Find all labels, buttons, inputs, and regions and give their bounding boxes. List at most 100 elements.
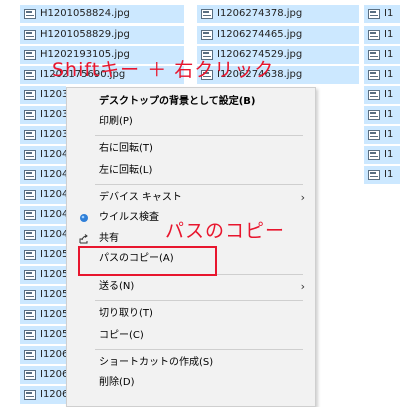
image-file-icon <box>24 230 36 240</box>
image-file-icon <box>24 30 36 40</box>
menu-item-create-shortcut[interactable]: ショートカットの作成(S) <box>67 353 315 373</box>
file-name: I1205 <box>40 309 66 320</box>
file-item[interactable]: I1 <box>364 5 400 23</box>
file-item[interactable]: I1206274378.jpg <box>197 5 359 23</box>
file-name: I1203 <box>40 89 66 100</box>
menu-item-delete[interactable]: 削除(D) <box>67 373 315 393</box>
image-file-icon <box>368 9 380 19</box>
file-item[interactable]: I1203 <box>20 106 66 124</box>
file-item[interactable]: I1204 <box>20 146 66 164</box>
image-file-icon <box>368 90 380 100</box>
file-name: I1 <box>384 89 394 100</box>
image-file-icon <box>24 130 36 140</box>
menu-item-label: 送る(N) <box>99 281 135 292</box>
image-file-icon <box>24 90 36 100</box>
file-name: I1 <box>384 169 394 180</box>
file-item[interactable]: I1 <box>364 126 400 144</box>
file-item[interactable]: I1 <box>364 66 400 84</box>
file-item[interactable]: I1204 <box>20 186 66 204</box>
file-item[interactable]: I1204 <box>20 206 66 224</box>
image-file-icon <box>24 50 36 60</box>
file-name: I1206 <box>40 369 66 380</box>
image-file-icon <box>24 350 36 360</box>
chevron-right-icon: › <box>300 280 305 293</box>
menu-item-set-background[interactable]: デスクトップの背景として設定(B) <box>67 92 315 112</box>
file-item[interactable]: I1 <box>364 26 400 44</box>
menu-item-print[interactable]: 印刷(P) <box>67 112 315 132</box>
file-item[interactable]: I1206274465.jpg <box>197 26 359 44</box>
file-item[interactable]: I1205 <box>20 266 66 284</box>
image-file-icon <box>368 110 380 120</box>
file-name: I1205 <box>40 289 66 300</box>
image-file-icon <box>24 250 36 260</box>
file-name: H1201058824.jpg <box>40 8 130 19</box>
file-item[interactable]: I1 <box>364 86 400 104</box>
file-item[interactable]: I1203 <box>20 86 66 104</box>
image-file-icon <box>24 190 36 200</box>
menu-item-label: 右に回転(T) <box>99 143 153 154</box>
image-file-icon <box>24 330 36 340</box>
image-file-icon <box>201 9 213 19</box>
menu-separator <box>95 184 303 185</box>
image-file-icon <box>24 370 36 380</box>
image-file-icon <box>368 50 380 60</box>
menu-item-send-to[interactable]: 送る(N) › <box>67 277 315 297</box>
image-file-icon <box>24 170 36 180</box>
menu-item-label: 印刷(P) <box>99 116 133 127</box>
file-name: I1204 <box>40 149 66 160</box>
image-file-icon <box>24 310 36 320</box>
file-item[interactable]: I1205 <box>20 246 66 264</box>
image-file-icon <box>368 150 380 160</box>
menu-separator <box>95 300 303 301</box>
file-name: I1204 <box>40 189 66 200</box>
file-name: I1203 <box>40 129 66 140</box>
file-name: I1203 <box>40 109 66 120</box>
menu-separator <box>95 349 303 350</box>
file-name: I1 <box>384 129 394 140</box>
file-item[interactable]: I1203 <box>20 126 66 144</box>
menu-item-cut[interactable]: 切り取り(T) <box>67 304 315 324</box>
annotation-shift-right-click: Shiftキー ＋ 右クリック <box>52 59 275 81</box>
file-name: I1205 <box>40 329 66 340</box>
file-name: I1206 <box>40 389 66 400</box>
file-item[interactable]: I1 <box>364 166 400 184</box>
image-file-icon <box>24 290 36 300</box>
file-item[interactable]: H1201058829.jpg <box>20 26 184 44</box>
image-file-icon <box>24 110 36 120</box>
file-item[interactable]: I1 <box>364 146 400 164</box>
file-item[interactable]: I1205 <box>20 306 66 324</box>
image-file-icon <box>24 9 36 19</box>
file-name: I1 <box>384 69 394 80</box>
menu-item-label: 切り取り(T) <box>99 308 153 319</box>
menu-item-label: ショートカットの作成(S) <box>99 357 214 368</box>
menu-item-copy[interactable]: コピー(C) <box>67 326 315 346</box>
image-file-icon <box>368 170 380 180</box>
file-item[interactable]: I1 <box>364 46 400 64</box>
image-file-icon <box>24 270 36 280</box>
file-name: I1206274378.jpg <box>217 8 303 19</box>
menu-item-label: ウイルス検査 <box>99 212 159 223</box>
file-item[interactable]: I1205 <box>20 286 66 304</box>
file-item[interactable]: I1204 <box>20 166 66 184</box>
file-item[interactable]: I1204 <box>20 226 66 244</box>
highlight-box <box>78 246 217 276</box>
menu-item-rotate-left[interactable]: 左に回転(L) <box>67 161 315 181</box>
file-name: I1204 <box>40 209 66 220</box>
menu-separator <box>95 135 303 136</box>
file-item[interactable]: I1206 <box>20 386 66 404</box>
file-item[interactable]: I1206 <box>20 346 66 364</box>
file-item[interactable]: H1201058824.jpg <box>20 5 184 23</box>
file-name: I1204 <box>40 229 66 240</box>
file-name: I1 <box>384 29 394 40</box>
menu-item-cast-to-device[interactable]: デバイス キャスト › <box>67 188 315 208</box>
menu-item-label: 削除(D) <box>99 377 135 388</box>
file-item[interactable]: I1206 <box>20 366 66 384</box>
file-name: H1201058829.jpg <box>40 29 130 40</box>
menu-item-rotate-right[interactable]: 右に回転(T) <box>67 139 315 159</box>
annotation-copy-as-path: パスのコピー <box>165 220 286 242</box>
file-name: I1206274465.jpg <box>217 29 303 40</box>
image-file-icon <box>24 70 36 80</box>
file-item[interactable]: I1205 <box>20 326 66 344</box>
file-item[interactable]: I1 <box>364 106 400 124</box>
image-file-icon <box>368 130 380 140</box>
